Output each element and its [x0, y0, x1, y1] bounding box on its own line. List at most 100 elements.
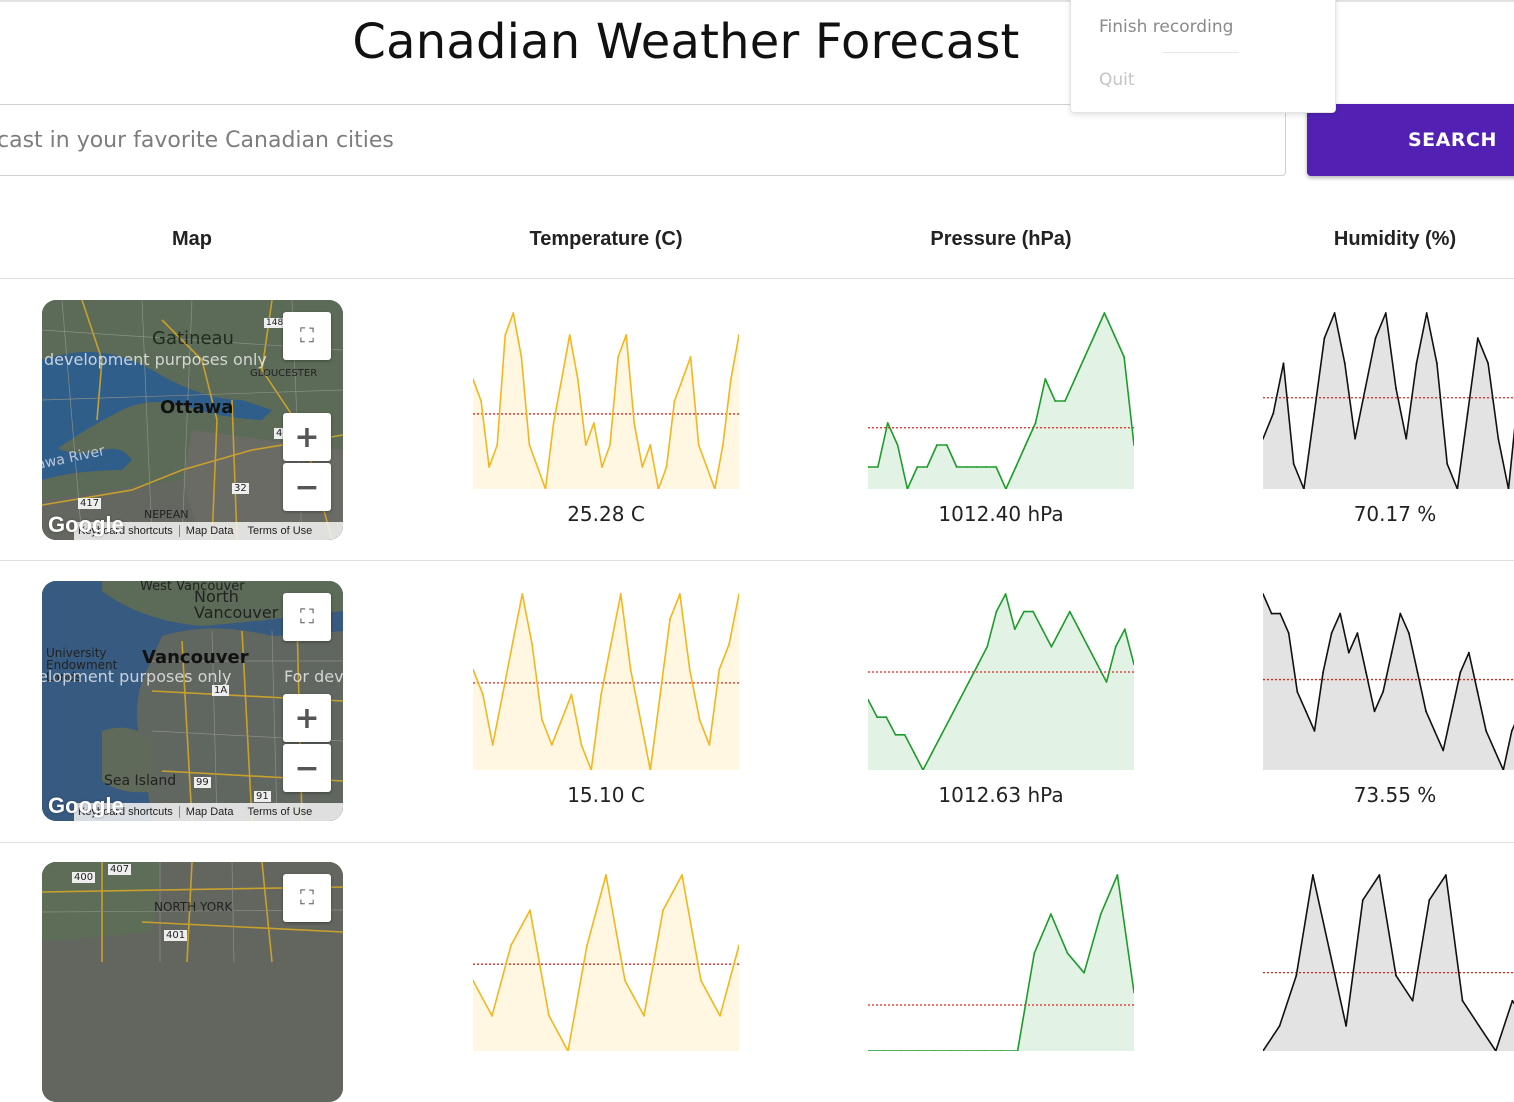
data-point — [643, 1014, 645, 1017]
google-logo: Google — [48, 512, 124, 537]
map-vancouver[interactable]: West Vancouver North Vancouver Vancouver… — [42, 581, 343, 821]
data-point — [1343, 362, 1346, 365]
menu-item-quit[interactable]: Quit — [1099, 70, 1135, 90]
data-point — [641, 466, 644, 468]
data-point — [659, 693, 662, 696]
map-label: GLOUCESTER — [250, 368, 318, 379]
data-point — [681, 874, 683, 876]
fullscreen-button[interactable]: ⛶ — [283, 593, 331, 641]
data-point — [886, 422, 889, 424]
temperature-chart-row-2 — [473, 593, 739, 770]
search-button[interactable]: SEARCH — [1307, 104, 1514, 176]
data-point — [1476, 337, 1479, 340]
search-field[interactable] — [0, 104, 1286, 176]
zoom-in-button[interactable]: + — [283, 694, 331, 742]
data-point — [885, 716, 888, 719]
data-point — [1354, 437, 1356, 440]
data-point — [504, 334, 507, 336]
data-point — [496, 444, 499, 446]
data-point — [1322, 671, 1324, 674]
data-point — [1054, 400, 1057, 402]
data-point — [610, 643, 612, 646]
data-point — [624, 979, 626, 982]
data-point — [1114, 645, 1117, 648]
fullscreen-icon: ⛶ — [300, 324, 314, 347]
data-point — [1395, 387, 1397, 390]
data-point — [1407, 632, 1410, 635]
data-point — [617, 356, 619, 358]
chart-area — [868, 594, 1134, 770]
map-data-link[interactable]: Map Data — [186, 806, 234, 818]
data-point — [1476, 690, 1479, 693]
data-point — [673, 400, 676, 402]
pressure-chart-row-3 — [868, 874, 1134, 1051]
data-point — [521, 593, 524, 595]
data-point — [605, 874, 607, 876]
pressure-chart-row-2 — [868, 593, 1134, 770]
data-point — [1313, 729, 1316, 732]
data-point — [491, 1014, 493, 1017]
data-point — [1292, 462, 1295, 465]
data-point — [945, 444, 948, 446]
data-point — [501, 693, 504, 696]
map-label: Gatineau — [152, 328, 234, 349]
data-point — [593, 422, 595, 424]
map-data-link[interactable]: Map Data — [186, 525, 234, 537]
header-temperature: Temperature (C) — [529, 228, 683, 250]
road-shield: 417 — [78, 498, 102, 509]
data-point — [940, 733, 943, 736]
data-point — [1013, 628, 1016, 631]
data-point — [1415, 362, 1418, 365]
data-point — [1041, 628, 1044, 631]
data-point — [718, 668, 721, 671]
data-point — [995, 610, 998, 613]
data-point — [1384, 312, 1387, 314]
data-point — [481, 693, 484, 696]
map-toronto[interactable]: NORTH YORK 400 407 401 ⛶ — [42, 862, 343, 1102]
data-point — [719, 1014, 721, 1017]
road-shield: 1A — [212, 685, 230, 696]
humidity-value: 73.55 % — [1353, 783, 1437, 807]
data-point — [625, 334, 628, 336]
data-point — [548, 1014, 550, 1017]
table-divider — [0, 560, 1514, 561]
data-point — [550, 743, 553, 746]
terms-link[interactable]: Terms of Use — [247, 806, 312, 818]
data-point — [1083, 356, 1086, 358]
data-point — [528, 444, 531, 446]
dropdown-menu: Finish recording Quit — [1070, 0, 1336, 113]
data-point — [1311, 874, 1314, 876]
data-point — [995, 466, 997, 468]
data-point — [1485, 729, 1487, 732]
data-point — [1113, 334, 1116, 336]
search-input[interactable] — [0, 105, 1285, 175]
humidity-chart-row-3 — [1263, 874, 1514, 1051]
chart-area — [868, 875, 1134, 1051]
zoom-out-button[interactable]: − — [283, 463, 331, 511]
zoom-out-button[interactable]: − — [283, 744, 331, 792]
data-point — [1442, 749, 1445, 752]
data-point — [1497, 437, 1500, 440]
data-point — [1459, 671, 1462, 674]
data-point — [730, 378, 732, 380]
data-point — [1044, 378, 1047, 380]
data-point — [669, 618, 671, 621]
data-point — [1333, 312, 1336, 314]
road-shield: 400 — [72, 872, 96, 883]
pressure-value: 1012.40 hPa — [938, 502, 1064, 526]
data-point — [1466, 412, 1469, 415]
zoom-in-button[interactable]: + — [283, 413, 331, 461]
fullscreen-button[interactable]: ⛶ — [283, 312, 331, 360]
fullscreen-button[interactable]: ⛶ — [283, 874, 331, 922]
map-ottawa[interactable]: Gatineau development purposes only Ottaw… — [42, 300, 343, 540]
data-point — [1510, 729, 1513, 732]
data-point — [1444, 874, 1447, 876]
data-point — [576, 378, 579, 380]
data-point — [705, 466, 708, 468]
data-point — [1032, 610, 1035, 613]
terms-link[interactable]: Terms of Use — [247, 525, 312, 537]
data-point — [1399, 612, 1402, 615]
menu-item-finish-recording[interactable]: Finish recording — [1099, 17, 1233, 37]
road-shield: 91 — [254, 791, 271, 802]
data-point — [1059, 628, 1062, 631]
